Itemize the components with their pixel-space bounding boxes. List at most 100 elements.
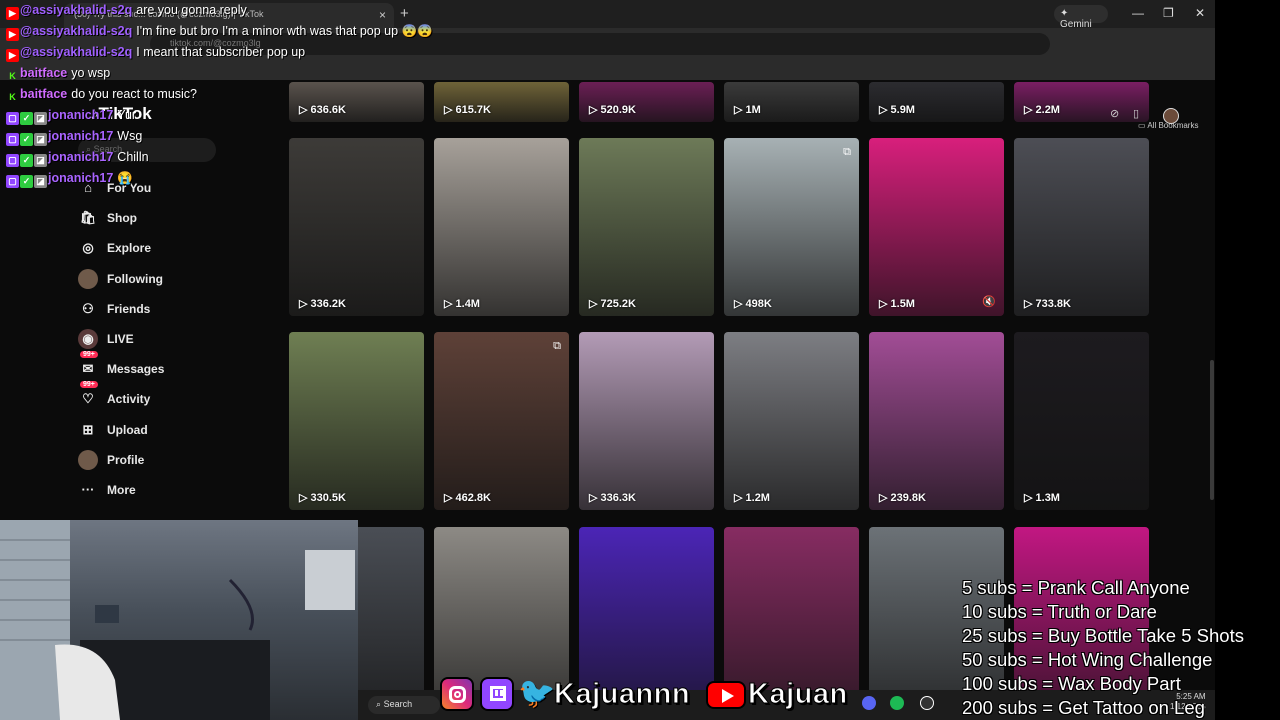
chat-text: Yur (117, 108, 137, 122)
video-thumbnail[interactable]: ▷ 336.2K (289, 138, 424, 316)
wall-shelf (305, 550, 355, 610)
twitch-handle: Kajuannn (553, 678, 691, 711)
page-scrollbar[interactable] (1210, 360, 1214, 500)
video-thumbnail[interactable]: ▷ 1.5M 🔇 (869, 138, 1004, 316)
video-thumbnail[interactable]: ▷ 336.3K (579, 332, 714, 510)
nav-item-explore[interactable]: ◎ Explore (78, 238, 238, 264)
live-icon: ◉ (78, 329, 98, 349)
gemini-button[interactable]: ✦ Gemini (1054, 5, 1108, 30)
view-count: ▷ 1.4M (444, 297, 480, 310)
multi-image-icon: ⧉ (843, 146, 851, 158)
video-thumbnail[interactable]: ▷ 1.2M (724, 332, 859, 510)
play-icon: ▷ (589, 104, 601, 116)
video-thumbnail[interactable]: ▷ 636.6K (289, 82, 424, 122)
nav-item-following[interactable]: ● Following (78, 268, 238, 295)
nav-label: More (107, 483, 136, 497)
view-count-text: 1M (745, 104, 761, 116)
video-thumbnail[interactable]: ▷ 1M (724, 82, 859, 122)
chat-text: do you react to music? (71, 87, 198, 101)
video-thumbnail[interactable]: ▷ 520.9K (579, 82, 714, 122)
view-count: ▷ 520.9K (589, 103, 636, 116)
view-count: ▷ 615.7K (444, 103, 491, 116)
mute-icon[interactable]: 🔇 (982, 295, 996, 308)
device-icon[interactable]: ▯ (1133, 107, 1139, 120)
play-icon: ▷ (734, 492, 746, 504)
video-thumbnail[interactable]: ▷ 1.4M (434, 138, 569, 316)
view-count: ▷ 330.5K (299, 491, 346, 504)
video-thumbnail[interactable]: ▷ 330.5K (289, 332, 424, 510)
nav-item-messages[interactable]: ✉ 99+ Messages (78, 351, 238, 385)
view-count: ▷ 1.5M (879, 297, 915, 310)
minimize-icon[interactable]: — (1132, 6, 1144, 20)
shop-icon: 🛍 (79, 210, 97, 226)
obs-icon[interactable] (920, 696, 934, 710)
video-thumbnail[interactable]: ▷ 462.8K ⧉ (434, 332, 569, 510)
user-avatar[interactable] (1163, 108, 1179, 124)
chat-badge-icon: ◪ (34, 133, 47, 146)
upload-icon: ⊞ (82, 421, 94, 437)
kick-badge-icon: K (9, 71, 16, 81)
view-count-text: 636.6K (310, 104, 346, 116)
sparkle-icon: ✦ (1060, 8, 1069, 19)
chat-badge-icon: ✓ (20, 175, 33, 188)
video-thumbnail[interactable]: ▷ 725.2K (579, 138, 714, 316)
close-window-icon[interactable]: ✕ (1195, 6, 1205, 20)
nav-item-live[interactable]: ◉ LIVE (78, 329, 238, 355)
chat-text: I meant that subscriber pop up (136, 45, 306, 59)
nav-item-shop[interactable]: 🛍 Shop (78, 208, 238, 234)
activity-icon: ♡ (82, 391, 94, 407)
view-count-text: 1.2M (745, 492, 770, 504)
video-thumbnail[interactable]: ▷ 1.3M (1014, 332, 1149, 510)
chat-text: are you gonna reply (136, 3, 247, 17)
video-thumbnail[interactable]: ▷ 2.2M (1014, 82, 1149, 122)
view-count-text: 520.9K (600, 104, 636, 116)
nav-item-friends[interactable]: ⚇ Friends (78, 299, 238, 325)
view-count: ▷ 239.8K (879, 491, 926, 504)
discord-icon[interactable] (862, 696, 876, 710)
nav-item-more[interactable]: ··· More (78, 480, 238, 506)
nav-item-profile[interactable]: ● Profile (78, 449, 238, 476)
view-count-text: 330.5K (310, 492, 346, 504)
nav-label: Messages (107, 362, 165, 377)
tab-close-icon[interactable]: × (379, 8, 386, 22)
view-count: ▷ 498K (734, 297, 772, 310)
play-icon: ▷ (589, 298, 601, 310)
view-count-text: 2.2M (1035, 104, 1060, 116)
video-thumbnail[interactable]: ▷ 615.7K (434, 82, 569, 122)
chat-username: baitface (20, 87, 68, 101)
video-thumbnail[interactable]: ▷ 498K ⧉ (724, 138, 859, 316)
maximize-icon[interactable]: ❐ (1163, 6, 1174, 20)
nav-item-activity[interactable]: ♡ 99+ Activity (78, 381, 238, 415)
chat-text: yo wsp (71, 66, 111, 80)
chat-badge-icon: ✓ (20, 133, 33, 146)
video-thumbnail[interactable]: ▷ 5.9M (869, 82, 1004, 122)
play-icon: ▷ (1024, 298, 1036, 310)
sub-goal: 200 subs = Get Tattoo on Leg (962, 697, 1205, 718)
youtube-badge-icon: ▶ (6, 7, 19, 20)
search-icon: ⌕ (376, 699, 382, 709)
webcam-scene (0, 520, 355, 720)
friends-icon: ⚇ (82, 300, 94, 316)
new-tab-icon[interactable]: + (400, 5, 409, 22)
video-thumbnail[interactable]: ▷ 239.8K (869, 332, 1004, 510)
chat-message: Kbaitface yo wsp (6, 66, 110, 86)
cable (228, 578, 254, 631)
nav-label: Upload (107, 422, 148, 437)
chat-username: jonanich17 (48, 171, 114, 185)
chat-message: ▶ @assiyakhalid-s2q are you gonna reply (6, 3, 247, 23)
ai-icon[interactable]: ⊘ (1110, 107, 1119, 120)
video-thumbnail[interactable]: ▷ 733.8K (1014, 138, 1149, 316)
chat-username: @assiyakhalid-s2q (20, 45, 133, 59)
view-count-text: 336.3K (600, 492, 636, 504)
more-icon: ··· (81, 482, 95, 497)
spotify-icon[interactable] (890, 696, 904, 710)
view-count-text: 1.5M (890, 298, 915, 310)
nav-label: Following (107, 271, 163, 286)
chat-message: ▢ ✓ ◪ jonanich17 😭 (6, 171, 133, 191)
taskbar-search[interactable]: ⌕ Search (368, 696, 440, 714)
chat-username: @assiyakhalid-s2q (20, 24, 133, 38)
nav-item-upload[interactable]: ⊞ Upload (78, 420, 238, 446)
play-icon: ▷ (1024, 492, 1036, 504)
view-count-text: 1.4M (455, 298, 480, 310)
play-icon: ▷ (589, 492, 601, 504)
